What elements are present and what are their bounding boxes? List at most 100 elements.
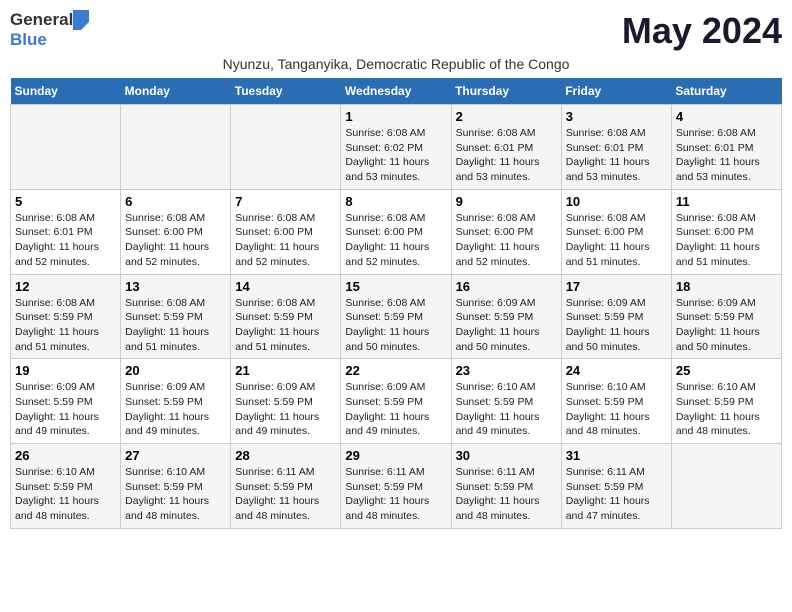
location-subtitle: Nyunzu, Tanganyika, Democratic Republic … xyxy=(10,56,782,72)
day-number: 18 xyxy=(676,279,777,294)
calendar-cell: 28Sunrise: 6:11 AMSunset: 5:59 PMDayligh… xyxy=(231,444,341,529)
calendar-cell: 8 Sunrise: 6:08 AMSunset: 6:00 PMDaylight… xyxy=(341,189,451,274)
calendar-cell: 4 Sunrise: 6:08 AMSunset: 6:01 PMDaylight… xyxy=(671,105,781,190)
title-section: May 2024 xyxy=(622,10,782,52)
day-number: 25 xyxy=(676,363,777,378)
logo-icon xyxy=(73,10,89,30)
calendar-cell: 10 Sunrise: 6:08 AMSunset: 6:00 PMDayligh… xyxy=(561,189,671,274)
day-number: 24 xyxy=(566,363,667,378)
day-number: 8 xyxy=(345,194,446,209)
cell-info: Sunrise: 6:10 AMSunset: 5:59 PMDaylight:… xyxy=(15,465,116,524)
calendar-cell: 25 Sunrise: 6:10 AMSunset: 5:59 PMDayligh… xyxy=(671,359,781,444)
day-number: 6 xyxy=(125,194,226,209)
calendar-cell: 2 Sunrise: 6:08 AMSunset: 6:01 PMDaylight… xyxy=(451,105,561,190)
cell-info: Sunrise: 6:08 AMSunset: 6:00 PMDaylight:… xyxy=(566,211,667,270)
month-title: May 2024 xyxy=(622,10,782,52)
day-number: 30 xyxy=(456,448,557,463)
cell-info: Sunrise: 6:11 AMSunset: 5:59 PMDaylight:… xyxy=(345,465,446,524)
week-row-5: 26Sunrise: 6:10 AMSunset: 5:59 PMDayligh… xyxy=(11,444,782,529)
day-number: 12 xyxy=(15,279,116,294)
day-number: 13 xyxy=(125,279,226,294)
cell-info: Sunrise: 6:09 AMSunset: 5:59 PMDaylight:… xyxy=(345,380,446,439)
calendar-cell: 6 Sunrise: 6:08 AMSunset: 6:00 PMDaylight… xyxy=(121,189,231,274)
day-number: 9 xyxy=(456,194,557,209)
calendar-cell: 19 Sunrise: 6:09 AMSunset: 5:59 PMDayligh… xyxy=(11,359,121,444)
day-number: 5 xyxy=(15,194,116,209)
calendar-cell xyxy=(231,105,341,190)
cell-info: Sunrise: 6:08 AMSunset: 5:59 PMDaylight:… xyxy=(345,296,446,355)
header-cell-tuesday: Tuesday xyxy=(231,78,341,105)
cell-info: Sunrise: 6:08 AMSunset: 6:00 PMDaylight:… xyxy=(676,211,777,270)
cell-info: Sunrise: 6:08 AMSunset: 6:01 PMDaylight:… xyxy=(566,126,667,185)
header-cell-wednesday: Wednesday xyxy=(341,78,451,105)
cell-info: Sunrise: 6:10 AMSunset: 5:59 PMDaylight:… xyxy=(456,380,557,439)
week-row-3: 12 Sunrise: 6:08 AMSunset: 5:59 PMDayligh… xyxy=(11,274,782,359)
logo-blue: Blue xyxy=(10,30,47,49)
cell-info: Sunrise: 6:11 AMSunset: 5:59 PMDaylight:… xyxy=(566,465,667,524)
calendar-table: SundayMondayTuesdayWednesdayThursdayFrid… xyxy=(10,78,782,529)
calendar-cell: 11 Sunrise: 6:08 AMSunset: 6:00 PMDayligh… xyxy=(671,189,781,274)
calendar-cell: 3 Sunrise: 6:08 AMSunset: 6:01 PMDaylight… xyxy=(561,105,671,190)
day-number: 19 xyxy=(15,363,116,378)
calendar-cell: 16 Sunrise: 6:09 AMSunset: 5:59 PMDayligh… xyxy=(451,274,561,359)
calendar-cell: 26Sunrise: 6:10 AMSunset: 5:59 PMDayligh… xyxy=(11,444,121,529)
cell-info: Sunrise: 6:08 AMSunset: 6:00 PMDaylight:… xyxy=(456,211,557,270)
cell-info: Sunrise: 6:09 AMSunset: 5:59 PMDaylight:… xyxy=(125,380,226,439)
day-number: 10 xyxy=(566,194,667,209)
cell-info: Sunrise: 6:09 AMSunset: 5:59 PMDaylight:… xyxy=(15,380,116,439)
calendar-cell xyxy=(11,105,121,190)
calendar-cell: 15 Sunrise: 6:08 AMSunset: 5:59 PMDayligh… xyxy=(341,274,451,359)
calendar-cell: 29 Sunrise: 6:11 AMSunset: 5:59 PMDayligh… xyxy=(341,444,451,529)
day-number: 2 xyxy=(456,109,557,124)
cell-info: Sunrise: 6:10 AMSunset: 5:59 PMDaylight:… xyxy=(676,380,777,439)
cell-info: Sunrise: 6:08 AMSunset: 6:01 PMDaylight:… xyxy=(676,126,777,185)
week-row-4: 19 Sunrise: 6:09 AMSunset: 5:59 PMDayligh… xyxy=(11,359,782,444)
day-number: 3 xyxy=(566,109,667,124)
day-number: 27 xyxy=(125,448,226,463)
logo: General Blue xyxy=(10,10,89,50)
cell-info: Sunrise: 6:09 AMSunset: 5:59 PMDaylight:… xyxy=(566,296,667,355)
calendar-cell: 20Sunrise: 6:09 AMSunset: 5:59 PMDayligh… xyxy=(121,359,231,444)
cell-info: Sunrise: 6:11 AMSunset: 5:59 PMDaylight:… xyxy=(456,465,557,524)
cell-info: Sunrise: 6:08 AMSunset: 6:01 PMDaylight:… xyxy=(15,211,116,270)
day-number: 29 xyxy=(345,448,446,463)
cell-info: Sunrise: 6:08 AMSunset: 5:59 PMDaylight:… xyxy=(125,296,226,355)
day-number: 14 xyxy=(235,279,336,294)
week-row-1: 1 Sunrise: 6:08 AMSunset: 6:02 PMDaylight… xyxy=(11,105,782,190)
calendar-cell: 14 Sunrise: 6:08 AMSunset: 5:59 PMDayligh… xyxy=(231,274,341,359)
header-cell-monday: Monday xyxy=(121,78,231,105)
header-cell-saturday: Saturday xyxy=(671,78,781,105)
cell-info: Sunrise: 6:10 AMSunset: 5:59 PMDaylight:… xyxy=(125,465,226,524)
day-number: 16 xyxy=(456,279,557,294)
day-number: 31 xyxy=(566,448,667,463)
logo-general: General xyxy=(10,10,73,30)
header-cell-thursday: Thursday xyxy=(451,78,561,105)
calendar-cell xyxy=(121,105,231,190)
day-number: 7 xyxy=(235,194,336,209)
cell-info: Sunrise: 6:08 AMSunset: 6:01 PMDaylight:… xyxy=(456,126,557,185)
cell-info: Sunrise: 6:08 AMSunset: 6:02 PMDaylight:… xyxy=(345,126,446,185)
calendar-cell: 12Sunrise: 6:08 AMSunset: 5:59 PMDayligh… xyxy=(11,274,121,359)
calendar-cell: 23 Sunrise: 6:10 AMSunset: 5:59 PMDayligh… xyxy=(451,359,561,444)
day-number: 4 xyxy=(676,109,777,124)
day-number: 1 xyxy=(345,109,446,124)
cell-info: Sunrise: 6:09 AMSunset: 5:59 PMDaylight:… xyxy=(456,296,557,355)
header-row: SundayMondayTuesdayWednesdayThursdayFrid… xyxy=(11,78,782,105)
day-number: 17 xyxy=(566,279,667,294)
day-number: 11 xyxy=(676,194,777,209)
cell-info: Sunrise: 6:08 AMSunset: 6:00 PMDaylight:… xyxy=(345,211,446,270)
cell-info: Sunrise: 6:08 AMSunset: 6:00 PMDaylight:… xyxy=(125,211,226,270)
header-cell-friday: Friday xyxy=(561,78,671,105)
calendar-cell: 27 Sunrise: 6:10 AMSunset: 5:59 PMDayligh… xyxy=(121,444,231,529)
day-number: 15 xyxy=(345,279,446,294)
day-number: 22 xyxy=(345,363,446,378)
day-number: 28 xyxy=(235,448,336,463)
day-number: 23 xyxy=(456,363,557,378)
calendar-cell: 9 Sunrise: 6:08 AMSunset: 6:00 PMDaylight… xyxy=(451,189,561,274)
cell-info: Sunrise: 6:09 AMSunset: 5:59 PMDaylight:… xyxy=(676,296,777,355)
calendar-cell: 1 Sunrise: 6:08 AMSunset: 6:02 PMDaylight… xyxy=(341,105,451,190)
cell-info: Sunrise: 6:10 AMSunset: 5:59 PMDaylight:… xyxy=(566,380,667,439)
cell-info: Sunrise: 6:08 AMSunset: 5:59 PMDaylight:… xyxy=(235,296,336,355)
cell-info: Sunrise: 6:09 AMSunset: 5:59 PMDaylight:… xyxy=(235,380,336,439)
calendar-cell xyxy=(671,444,781,529)
